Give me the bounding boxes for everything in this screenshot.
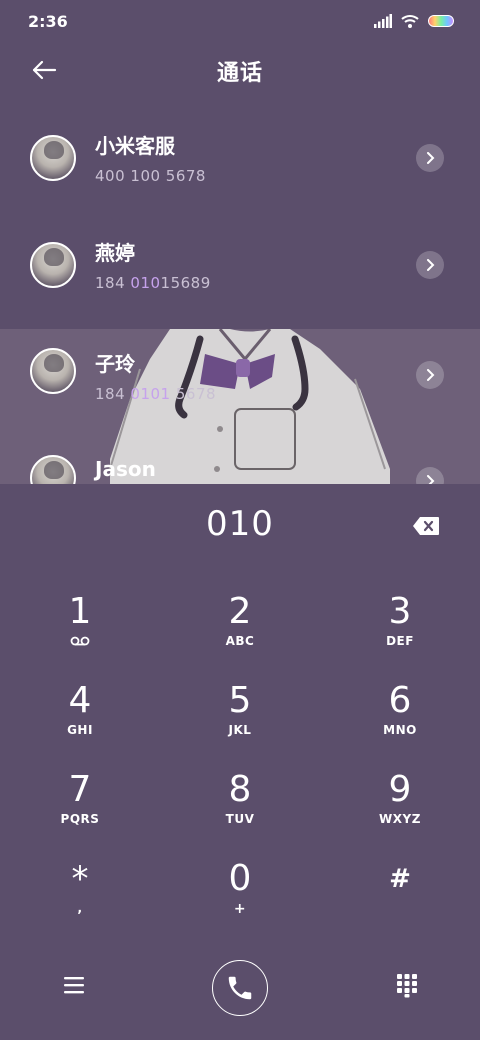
menu-icon (64, 977, 84, 994)
avatar (30, 134, 76, 181)
dialpad-icon (397, 974, 417, 998)
avatar (30, 348, 76, 394)
key-3[interactable]: 3 DEF (340, 592, 460, 672)
key-8[interactable]: 8 TUV (180, 770, 300, 850)
wifi-icon (401, 15, 419, 28)
key-9[interactable]: 9 WXYZ (340, 770, 460, 850)
contact-row-partial[interactable]: Jason (30, 455, 156, 484)
key-5[interactable]: 5 JKL (180, 681, 300, 761)
key-7[interactable]: 7 PQRS (20, 770, 140, 850)
contact-name: 小米客服 (95, 134, 175, 158)
key-star[interactable]: * , (20, 859, 140, 939)
backspace-icon (413, 517, 439, 535)
menu-button[interactable] (60, 974, 88, 996)
contact-detail-button[interactable] (416, 143, 444, 172)
battery-icon (428, 15, 454, 27)
contact-detail-button[interactable] (416, 467, 444, 484)
contact-name: Jason (95, 457, 156, 481)
call-button[interactable] (212, 960, 268, 1016)
chevron-right-icon (427, 258, 435, 271)
back-button[interactable] (26, 54, 62, 86)
contact-row[interactable]: 小米客服 400 100 5678 (0, 104, 480, 211)
chevron-right-icon (427, 151, 435, 164)
avatar (30, 455, 76, 484)
status-bar: 2:36 (0, 0, 480, 42)
contact-detail-button[interactable] (416, 250, 444, 279)
key-0[interactable]: 0 + (180, 859, 300, 939)
contact-row[interactable]: 燕婷 184 01015689 (0, 211, 480, 318)
status-icons (374, 14, 454, 28)
contact-number: 400 100 5678 (95, 167, 206, 185)
contact-list: 小米客服 400 100 5678 燕婷 184 01015689 子玲 184… (0, 104, 480, 484)
key-6[interactable]: 6 MNO (340, 681, 460, 761)
contact-detail-button[interactable] (416, 361, 444, 389)
backspace-button[interactable] (412, 516, 442, 538)
signal-icon (374, 14, 392, 28)
dialed-number: 010 (206, 504, 274, 544)
key-2[interactable]: 2 ABC (180, 592, 300, 672)
chevron-right-icon (427, 369, 435, 381)
status-time: 2:36 (28, 11, 68, 31)
contact-number: 184 01015689 (95, 274, 211, 292)
header: 通话 (0, 42, 480, 100)
keypad-toggle-button[interactable] (394, 972, 420, 998)
phone-icon (228, 976, 252, 1000)
contact-name: 燕婷 (95, 241, 135, 265)
page-title: 通话 (216, 61, 263, 86)
key-hash[interactable]: # (340, 859, 460, 939)
key-4[interactable]: 4 GHI (20, 681, 140, 761)
key-1[interactable]: 1 (20, 592, 140, 672)
avatar (30, 241, 76, 288)
voicemail-icon (70, 636, 90, 646)
contact-name: 子玲 (95, 352, 135, 376)
arrow-left-icon (32, 60, 57, 80)
contact-row[interactable]: 子玲 184 0101 5678 Jason (0, 329, 480, 484)
dialer-panel: 010 1 2 ABC 3 DEF 4 GHI 5 JKL 6 MNO 7 PQ… (0, 484, 480, 1040)
contact-number: 184 0101 5678 (95, 385, 217, 403)
chevron-right-icon (427, 475, 435, 484)
